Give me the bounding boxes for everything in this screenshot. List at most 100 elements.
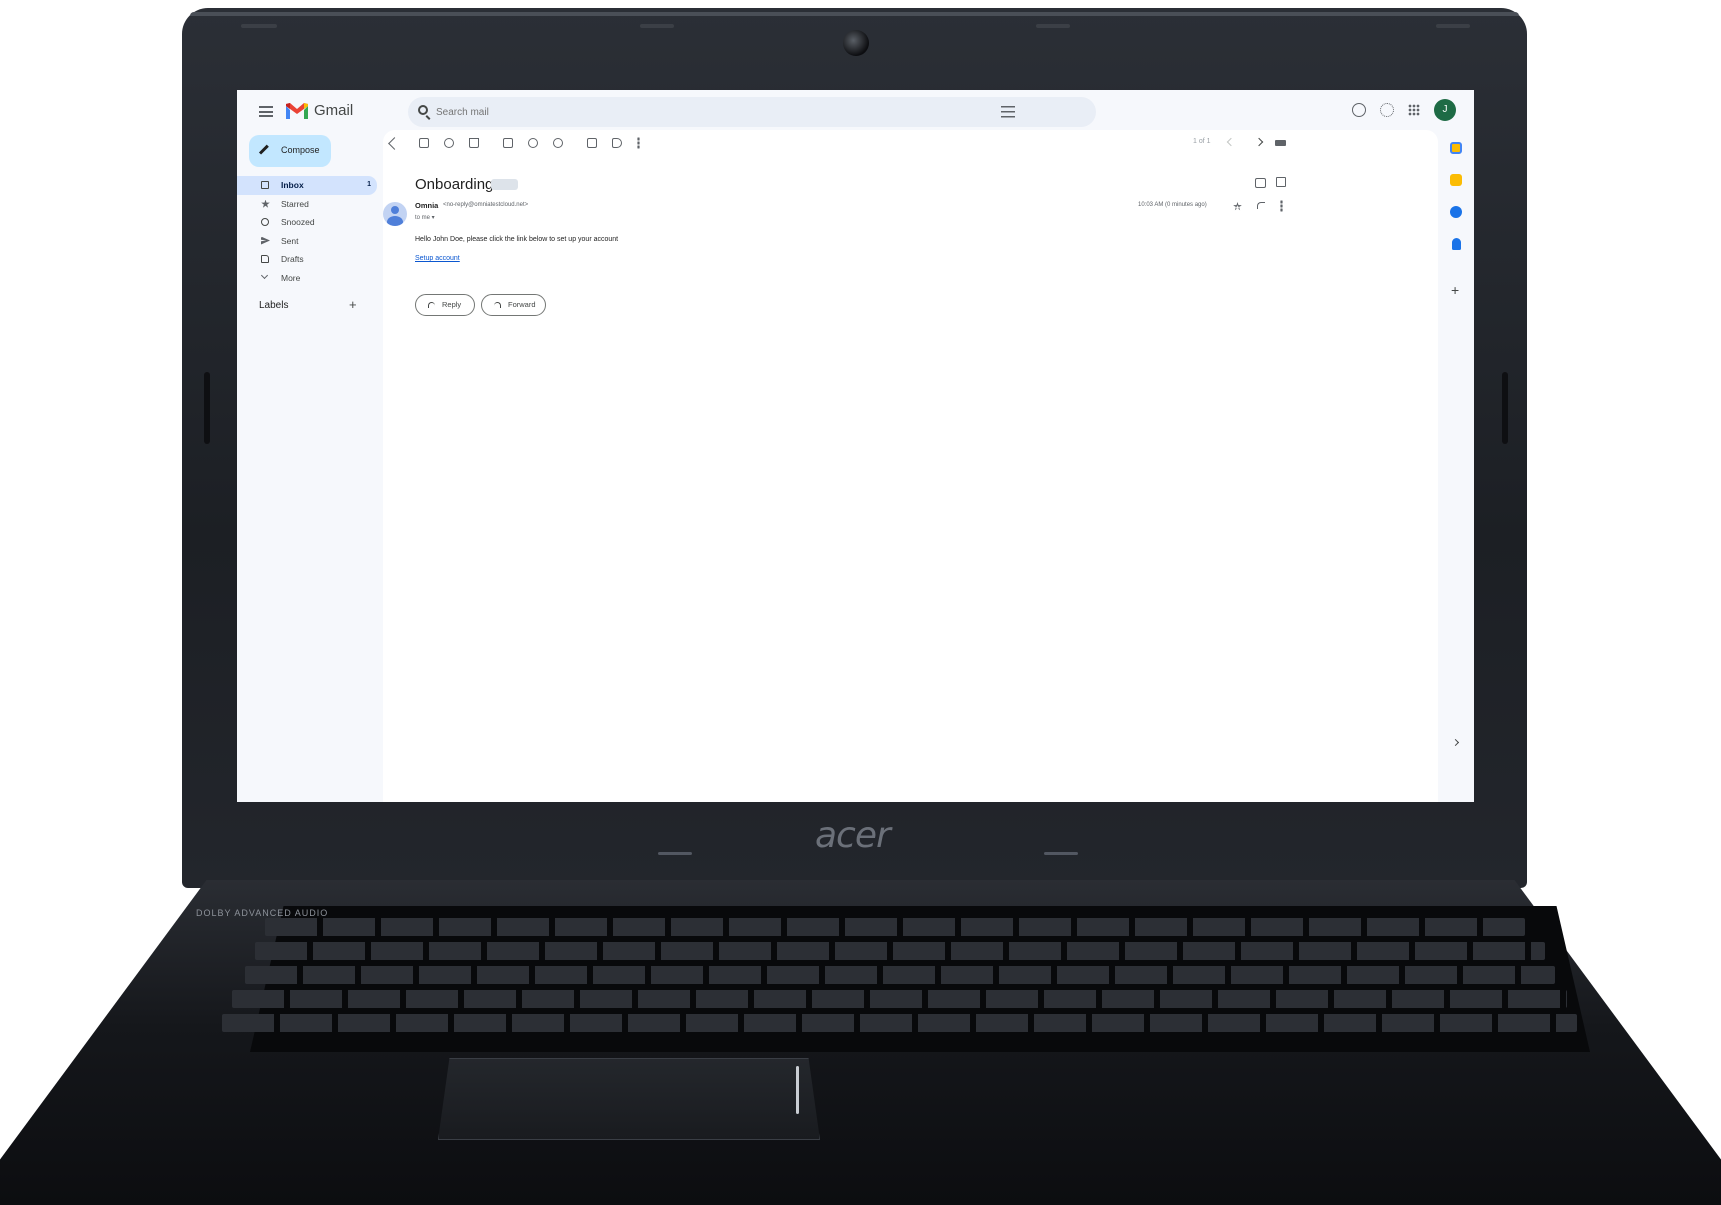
search-bar[interactable] bbox=[408, 97, 1096, 127]
sidebar-item-drafts[interactable]: Drafts bbox=[237, 250, 377, 269]
sidebar-item-snoozed[interactable]: Snoozed bbox=[237, 213, 377, 232]
sidebar-item-label: Inbox bbox=[281, 180, 304, 190]
sender-avatar bbox=[383, 202, 407, 226]
key-row bbox=[222, 1014, 1577, 1032]
clock-icon bbox=[261, 218, 269, 226]
archive-icon[interactable] bbox=[419, 138, 429, 148]
email-body: Hello John Doe, please click the link be… bbox=[415, 236, 619, 243]
next-message-icon[interactable] bbox=[1254, 137, 1264, 147]
mark-unread-icon[interactable] bbox=[503, 138, 513, 148]
tasks-icon[interactable] bbox=[1450, 206, 1462, 218]
sender-email: <no-reply@omniatestcloud.net> bbox=[443, 202, 529, 208]
back-arrow-icon[interactable] bbox=[388, 137, 401, 150]
email-subject: Onboarding bbox=[415, 176, 494, 193]
setup-account-link[interactable]: Setup account bbox=[415, 255, 460, 262]
delete-icon[interactable] bbox=[469, 138, 479, 148]
lid-edge bbox=[190, 12, 1519, 16]
search-input[interactable] bbox=[436, 101, 996, 123]
help-icon[interactable] bbox=[1352, 103, 1366, 117]
send-icon bbox=[261, 236, 270, 245]
open-in-new-window-icon[interactable] bbox=[1276, 177, 1286, 187]
reply-label: Reply bbox=[442, 300, 462, 309]
sidebar-item-more[interactable]: More bbox=[237, 269, 377, 288]
settings-gear-icon[interactable] bbox=[1380, 103, 1394, 117]
key-row bbox=[255, 942, 1545, 960]
key-row bbox=[232, 990, 1567, 1008]
report-spam-icon[interactable] bbox=[444, 138, 454, 148]
star-icon[interactable] bbox=[1233, 202, 1242, 211]
lid-bump bbox=[241, 24, 277, 28]
chevron-down-icon bbox=[260, 271, 269, 279]
hinge-right bbox=[1502, 372, 1508, 444]
inbox-icon bbox=[261, 181, 269, 189]
contacts-icon[interactable] bbox=[1452, 238, 1461, 250]
forward-arrow-icon bbox=[494, 302, 501, 308]
message-toolbar: 1 of 1 bbox=[383, 130, 1438, 158]
more-options-icon[interactable] bbox=[637, 137, 640, 149]
previous-message-icon[interactable] bbox=[1226, 137, 1236, 147]
reply-button[interactable]: Reply bbox=[415, 294, 475, 316]
calendar-icon[interactable] bbox=[1450, 142, 1462, 154]
get-addons-button[interactable]: + bbox=[1451, 282, 1459, 298]
labels-heading: Labels bbox=[259, 300, 289, 311]
touchpad[interactable] bbox=[438, 1058, 820, 1140]
label-icon[interactable] bbox=[612, 138, 622, 148]
hide-side-panel-icon[interactable] bbox=[1451, 738, 1460, 747]
recipient-details-toggle[interactable]: to me ▾ bbox=[415, 214, 435, 221]
key-row bbox=[245, 966, 1555, 984]
key-row bbox=[265, 918, 1525, 936]
sidebar-item-label: More bbox=[281, 272, 301, 283]
dolby-badge: DOLBY ADVANCED AUDIO bbox=[196, 908, 329, 918]
lid-mark bbox=[658, 852, 692, 855]
inbox-label-chip[interactable] bbox=[491, 179, 518, 190]
keep-icon[interactable] bbox=[1450, 174, 1462, 186]
touchpad-scroll-strip bbox=[796, 1066, 799, 1114]
reply-icon[interactable] bbox=[1257, 202, 1265, 209]
snooze-icon[interactable] bbox=[528, 138, 538, 148]
star-icon bbox=[261, 199, 270, 208]
lid-bump bbox=[1436, 24, 1470, 28]
account-avatar[interactable]: J bbox=[1434, 99, 1456, 121]
sidebar-item-label: Snoozed bbox=[281, 217, 315, 227]
forward-button[interactable]: Forward bbox=[481, 294, 546, 316]
message-view: 1 of 1 Onboarding Omnia <no-reply@omniat… bbox=[383, 130, 1438, 802]
sidebar-nav: Inbox 1 Starred Snoozed Sent Drafts More bbox=[237, 176, 377, 287]
sidebar-item-label: Starred bbox=[281, 198, 309, 209]
input-tools-icon[interactable] bbox=[1275, 140, 1286, 146]
header-actions: J bbox=[1352, 99, 1456, 121]
add-to-tasks-icon[interactable] bbox=[553, 138, 563, 148]
laptop-scene: acer DOLBY ADVANCED AUDIO Gmail Search m… bbox=[0, 0, 1721, 1205]
message-timestamp: 10:03 AM (0 minutes ago) bbox=[1138, 202, 1207, 208]
lid-mark bbox=[1044, 852, 1078, 855]
google-apps-icon[interactable] bbox=[1408, 104, 1420, 116]
webcam bbox=[843, 30, 869, 56]
pager-count: 1 of 1 bbox=[1193, 138, 1211, 145]
forward-label: Forward bbox=[508, 300, 536, 309]
move-to-icon[interactable] bbox=[587, 138, 597, 148]
sidebar-item-inbox[interactable]: Inbox 1 bbox=[237, 176, 377, 195]
message-more-icon[interactable] bbox=[1280, 200, 1283, 212]
gmail-logo-icon[interactable] bbox=[285, 102, 309, 120]
sidebar-item-sent[interactable]: Sent bbox=[237, 232, 377, 251]
main-menu-icon[interactable] bbox=[259, 106, 273, 117]
pencil-icon bbox=[258, 144, 269, 155]
sidebar-item-starred[interactable]: Starred bbox=[237, 195, 377, 214]
hinge-left bbox=[204, 372, 210, 444]
search-options-icon[interactable] bbox=[1001, 106, 1015, 118]
print-icon[interactable] bbox=[1255, 178, 1266, 188]
screen: Gmail J Compose Inbox 1 bbox=[237, 90, 1474, 802]
lid-bump bbox=[1036, 24, 1070, 28]
compose-label: Compose bbox=[281, 145, 320, 155]
draft-icon bbox=[261, 255, 269, 263]
unread-count: 1 bbox=[367, 181, 371, 188]
compose-button[interactable]: Compose bbox=[249, 135, 331, 167]
lid-bump bbox=[640, 24, 674, 28]
search-icon[interactable] bbox=[418, 105, 428, 115]
sidebar-item-label: Sent bbox=[281, 235, 299, 246]
add-label-button[interactable]: + bbox=[349, 297, 357, 312]
side-panel: + bbox=[1438, 130, 1474, 802]
sender-name: Omnia bbox=[415, 201, 439, 210]
laptop-brand-logo: acer bbox=[815, 815, 891, 856]
sidebar-item-label: Drafts bbox=[281, 254, 304, 264]
reply-arrow-icon bbox=[428, 302, 435, 308]
